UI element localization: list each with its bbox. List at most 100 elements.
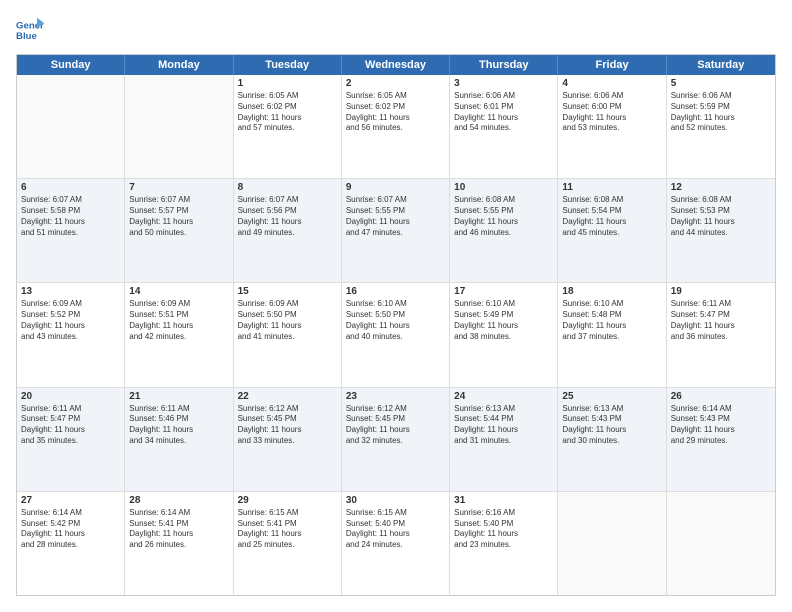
day-content: Sunrise: 6:09 AM Sunset: 5:51 PM Dayligh… (129, 299, 228, 342)
day-cell-22: 22Sunrise: 6:12 AM Sunset: 5:45 PM Dayli… (234, 388, 342, 491)
day-number: 11 (562, 182, 661, 193)
day-content: Sunrise: 6:11 AM Sunset: 5:47 PM Dayligh… (671, 299, 771, 342)
day-number: 17 (454, 286, 553, 297)
day-number: 22 (238, 391, 337, 402)
day-cell-30: 30Sunrise: 6:15 AM Sunset: 5:40 PM Dayli… (342, 492, 450, 595)
day-header-sunday: Sunday (17, 55, 125, 75)
day-number: 20 (21, 391, 120, 402)
logo-icon: GeneralBlue (16, 16, 44, 44)
day-content: Sunrise: 6:09 AM Sunset: 5:52 PM Dayligh… (21, 299, 120, 342)
page: GeneralBlue SundayMondayTuesdayWednesday… (0, 0, 792, 612)
day-content: Sunrise: 6:15 AM Sunset: 5:40 PM Dayligh… (346, 508, 445, 551)
calendar-body: 1Sunrise: 6:05 AM Sunset: 6:02 PM Daylig… (17, 75, 775, 595)
week-row-1: 1Sunrise: 6:05 AM Sunset: 6:02 PM Daylig… (17, 75, 775, 179)
day-cell-1: 1Sunrise: 6:05 AM Sunset: 6:02 PM Daylig… (234, 75, 342, 178)
day-number: 6 (21, 182, 120, 193)
day-cell-3: 3Sunrise: 6:06 AM Sunset: 6:01 PM Daylig… (450, 75, 558, 178)
day-number: 15 (238, 286, 337, 297)
day-content: Sunrise: 6:07 AM Sunset: 5:55 PM Dayligh… (346, 195, 445, 238)
day-number: 25 (562, 391, 661, 402)
week-row-2: 6 Sunrise: 6:07 AM Sunset: 5:58 PM Daylig… (17, 179, 775, 283)
day-content: Sunrise: 6:14 AM Sunset: 5:41 PM Dayligh… (129, 508, 228, 551)
day-content: Sunrise: 6:16 AM Sunset: 5:40 PM Dayligh… (454, 508, 553, 551)
day-content: Sunrise: 6:11 AM Sunset: 5:47 PM Dayligh… (21, 404, 120, 447)
day-cell-23: 23 Sunrise: 6:12 AM Sunset: 5:45 PM Dayli… (342, 388, 450, 491)
day-number: 24 (454, 391, 553, 402)
day-cell-16: 16 Sunrise: 6:10 AM Sunset: 5:50 PM Dayli… (342, 283, 450, 386)
day-cell-7: 7 Sunrise: 6:07 AM Sunset: 5:57 PM Daylig… (125, 179, 233, 282)
day-cell-11: 11 Sunrise: 6:08 AM Sunset: 5:54 PM Dayli… (558, 179, 666, 282)
day-content: Sunrise: 6:10 AM Sunset: 5:48 PM Dayligh… (562, 299, 661, 342)
day-number: 26 (671, 391, 771, 402)
day-number: 18 (562, 286, 661, 297)
day-cell-25: 25 Sunrise: 6:13 AM Sunset: 5:43 PM Dayli… (558, 388, 666, 491)
day-content: Sunrise: 6:13 AM Sunset: 5:43 PM Dayligh… (562, 404, 661, 447)
logo: GeneralBlue (16, 16, 44, 44)
empty-cell (125, 75, 233, 178)
day-cell-26: 26 Sunrise: 6:14 AM Sunset: 5:43 PM Dayli… (667, 388, 775, 491)
day-number: 8 (238, 182, 337, 193)
day-number: 12 (671, 182, 771, 193)
day-header-tuesday: Tuesday (234, 55, 342, 75)
day-number: 7 (129, 182, 228, 193)
day-content: Sunrise: 6:09 AM Sunset: 5:50 PM Dayligh… (238, 299, 337, 342)
day-number: 21 (129, 391, 228, 402)
svg-text:Blue: Blue (16, 31, 37, 42)
week-row-3: 13 Sunrise: 6:09 AM Sunset: 5:52 PM Dayli… (17, 283, 775, 387)
calendar-header: SundayMondayTuesdayWednesdayThursdayFrid… (17, 55, 775, 75)
day-header-saturday: Saturday (667, 55, 775, 75)
day-number: 16 (346, 286, 445, 297)
day-header-wednesday: Wednesday (342, 55, 450, 75)
day-cell-27: 27Sunrise: 6:14 AM Sunset: 5:42 PM Dayli… (17, 492, 125, 595)
day-content: Sunrise: 6:08 AM Sunset: 5:55 PM Dayligh… (454, 195, 553, 238)
day-number: 19 (671, 286, 771, 297)
day-content: Sunrise: 6:15 AM Sunset: 5:41 PM Dayligh… (238, 508, 337, 551)
week-row-4: 20 Sunrise: 6:11 AM Sunset: 5:47 PM Dayli… (17, 388, 775, 492)
day-cell-4: 4 Sunrise: 6:06 AM Sunset: 6:00 PM Daylig… (558, 75, 666, 178)
day-content: Sunrise: 6:12 AM Sunset: 5:45 PM Dayligh… (346, 404, 445, 447)
day-cell-20: 20 Sunrise: 6:11 AM Sunset: 5:47 PM Dayli… (17, 388, 125, 491)
day-content: Sunrise: 6:07 AM Sunset: 5:57 PM Dayligh… (129, 195, 228, 238)
day-number: 3 (454, 78, 553, 89)
day-header-friday: Friday (558, 55, 666, 75)
day-cell-6: 6 Sunrise: 6:07 AM Sunset: 5:58 PM Daylig… (17, 179, 125, 282)
day-content: Sunrise: 6:07 AM Sunset: 5:58 PM Dayligh… (21, 195, 120, 238)
empty-cell (558, 492, 666, 595)
empty-cell (17, 75, 125, 178)
day-number: 31 (454, 495, 553, 506)
day-cell-17: 17 Sunrise: 6:10 AM Sunset: 5:49 PM Dayli… (450, 283, 558, 386)
day-number: 13 (21, 286, 120, 297)
day-content: Sunrise: 6:05 AM Sunset: 6:02 PM Dayligh… (346, 91, 445, 134)
day-content: Sunrise: 6:10 AM Sunset: 5:49 PM Dayligh… (454, 299, 553, 342)
day-header-thursday: Thursday (450, 55, 558, 75)
day-cell-18: 18 Sunrise: 6:10 AM Sunset: 5:48 PM Dayli… (558, 283, 666, 386)
day-cell-8: 8 Sunrise: 6:07 AM Sunset: 5:56 PM Daylig… (234, 179, 342, 282)
day-number: 29 (238, 495, 337, 506)
day-content: Sunrise: 6:07 AM Sunset: 5:56 PM Dayligh… (238, 195, 337, 238)
day-cell-31: 31 Sunrise: 6:16 AM Sunset: 5:40 PM Dayli… (450, 492, 558, 595)
day-number: 2 (346, 78, 445, 89)
day-number: 23 (346, 391, 445, 402)
day-header-monday: Monday (125, 55, 233, 75)
day-number: 9 (346, 182, 445, 193)
day-cell-12: 12 Sunrise: 6:08 AM Sunset: 5:53 PM Dayli… (667, 179, 775, 282)
day-content: Sunrise: 6:06 AM Sunset: 6:00 PM Dayligh… (562, 91, 661, 134)
day-content: Sunrise: 6:14 AM Sunset: 5:43 PM Dayligh… (671, 404, 771, 447)
day-cell-2: 2 Sunrise: 6:05 AM Sunset: 6:02 PM Daylig… (342, 75, 450, 178)
day-content: Sunrise: 6:08 AM Sunset: 5:54 PM Dayligh… (562, 195, 661, 238)
day-content: Sunrise: 6:10 AM Sunset: 5:50 PM Dayligh… (346, 299, 445, 342)
day-number: 5 (671, 78, 771, 89)
day-cell-24: 24Sunrise: 6:13 AM Sunset: 5:44 PM Dayli… (450, 388, 558, 491)
day-cell-10: 10Sunrise: 6:08 AM Sunset: 5:55 PM Dayli… (450, 179, 558, 282)
day-content: Sunrise: 6:11 AM Sunset: 5:46 PM Dayligh… (129, 404, 228, 447)
day-content: Sunrise: 6:14 AM Sunset: 5:42 PM Dayligh… (21, 508, 120, 551)
day-cell-21: 21 Sunrise: 6:11 AM Sunset: 5:46 PM Dayli… (125, 388, 233, 491)
empty-cell (667, 492, 775, 595)
header: GeneralBlue (16, 16, 776, 44)
day-cell-13: 13 Sunrise: 6:09 AM Sunset: 5:52 PM Dayli… (17, 283, 125, 386)
day-number: 4 (562, 78, 661, 89)
day-cell-14: 14Sunrise: 6:09 AM Sunset: 5:51 PM Dayli… (125, 283, 233, 386)
calendar: SundayMondayTuesdayWednesdayThursdayFrid… (16, 54, 776, 596)
day-content: Sunrise: 6:05 AM Sunset: 6:02 PM Dayligh… (238, 91, 337, 134)
day-content: Sunrise: 6:08 AM Sunset: 5:53 PM Dayligh… (671, 195, 771, 238)
